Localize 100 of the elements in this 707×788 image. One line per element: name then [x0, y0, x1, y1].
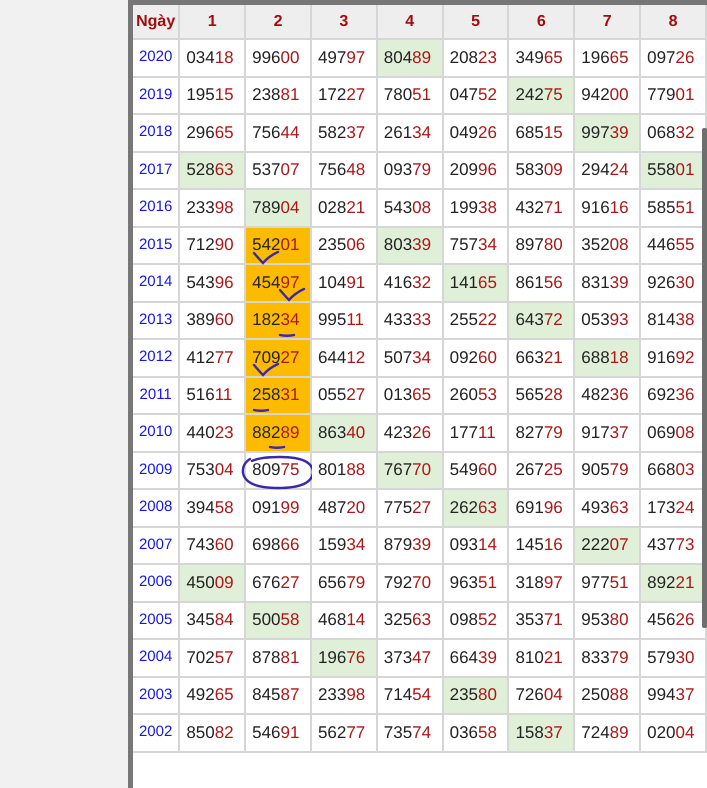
table-cell: 29424	[574, 152, 640, 189]
table-cell: 04926	[442, 114, 508, 152]
table-cell: 67627	[245, 564, 311, 602]
table-cell: 46814	[310, 602, 377, 639]
table-cell: 56277	[310, 714, 377, 752]
table-cell: 91616	[574, 189, 640, 226]
table-cell: 45009	[179, 564, 246, 602]
table-cell: 54308	[376, 189, 443, 226]
table-cell: 09852	[442, 602, 508, 639]
table-cell: 75648	[310, 152, 377, 189]
table-cell: 65679	[310, 564, 377, 602]
table-cell: 17711	[442, 414, 508, 452]
table-cell: 54201	[245, 226, 311, 264]
table-cell: 70927	[245, 339, 311, 376]
table-cell: 71454	[376, 676, 443, 714]
table-cell: 35208	[574, 226, 640, 264]
table-cell: 44023	[179, 414, 246, 452]
table-cell: 43333	[376, 302, 443, 339]
table-cell: 87939	[376, 526, 443, 564]
table-cell: 39458	[179, 489, 246, 526]
table-cell: 09726	[640, 39, 706, 76]
table-cell: 29665	[179, 114, 246, 152]
table-cell: 45497	[245, 264, 311, 302]
scrollbar[interactable]	[702, 128, 707, 628]
table-cell: 03658	[442, 714, 508, 752]
table-cell: 19938	[442, 189, 508, 226]
table-cell: 78051	[376, 76, 443, 114]
table-cell: 02004	[640, 714, 706, 752]
column-header: 3	[310, 5, 377, 39]
table-cell: 09260	[442, 339, 508, 376]
table-cell: 87881	[245, 639, 311, 676]
table-cell: 99511	[310, 302, 377, 339]
table-cell: 51611	[179, 376, 246, 414]
table-cell: 94200	[574, 76, 640, 114]
table-cell: 19665	[574, 39, 640, 76]
table-cell: 56528	[508, 376, 574, 414]
table-cell: 23580	[442, 676, 508, 714]
table-cell: 50058	[245, 602, 311, 639]
table-cell: 80188	[310, 452, 377, 489]
table-cell: 14516	[508, 526, 574, 564]
table-cell: 52863	[179, 152, 246, 189]
table-cell: 22207	[574, 526, 640, 564]
table-cell: 54691	[245, 714, 311, 752]
table-cell: 57930	[640, 639, 706, 676]
table-cell: 77901	[640, 76, 706, 114]
table-cell: 49797	[310, 39, 377, 76]
table-cell: 86340	[310, 414, 377, 452]
table-cell: 69196	[508, 489, 574, 526]
table-cell: 75644	[245, 114, 311, 152]
table-cell: 25088	[574, 676, 640, 714]
table-cell: 02821	[310, 189, 377, 226]
table-cell: 83379	[574, 639, 640, 676]
table-cell: 09379	[376, 152, 443, 189]
table-cell: 09314	[442, 526, 508, 564]
table-cell: 72489	[574, 714, 640, 752]
table-cell: 19515	[179, 76, 246, 114]
table-cell: 68818	[574, 339, 640, 376]
table-cell: 04752	[442, 76, 508, 114]
column-header: 6	[508, 5, 574, 39]
table-cell: 74360	[179, 526, 246, 564]
table-cell: 17227	[310, 76, 377, 114]
table-cell: 23398	[179, 189, 246, 226]
table-cell: 78904	[245, 189, 311, 226]
table-cell: 99739	[574, 114, 640, 152]
table-cell: 26053	[442, 376, 508, 414]
table-cell: 35371	[508, 602, 574, 639]
table-cell: 23398	[310, 676, 377, 714]
table-cell: 49363	[574, 489, 640, 526]
table-cell: 90579	[574, 452, 640, 489]
table-cell: 19676	[310, 639, 377, 676]
table-cell: 42326	[376, 414, 443, 452]
table-cell: 58237	[310, 114, 377, 152]
table-cell: 84587	[245, 676, 311, 714]
table-cell: 15837	[508, 714, 574, 752]
table-cell: 91737	[574, 414, 640, 452]
table-cell: 05527	[310, 376, 377, 414]
table-cell: 83139	[574, 264, 640, 302]
table-cell: 77527	[376, 489, 443, 526]
table-cell: 31897	[508, 564, 574, 602]
table-cell: 80339	[376, 226, 443, 264]
table-cell: 72604	[508, 676, 574, 714]
table-cell: 41632	[376, 264, 443, 302]
table-cell: 95380	[574, 602, 640, 639]
table-cell: 76770	[376, 452, 443, 489]
table-cell: 66321	[508, 339, 574, 376]
table-cell: 81021	[508, 639, 574, 676]
table-cell: 09199	[245, 489, 311, 526]
table-cell: 99437	[640, 676, 706, 714]
table-cell: 96351	[442, 564, 508, 602]
table-cell: 64412	[310, 339, 377, 376]
table-cell: 89780	[508, 226, 574, 264]
table-cell: 49265	[179, 676, 246, 714]
table-cell: 38960	[179, 302, 246, 339]
table-cell: 26134	[376, 114, 443, 152]
table-cell: 86156	[508, 264, 574, 302]
table-cell: 69866	[245, 526, 311, 564]
table-cell: 37347	[376, 639, 443, 676]
table-cell: 06832	[640, 114, 706, 152]
table-cell: 41277	[179, 339, 246, 376]
table-cell: 25831	[245, 376, 311, 414]
